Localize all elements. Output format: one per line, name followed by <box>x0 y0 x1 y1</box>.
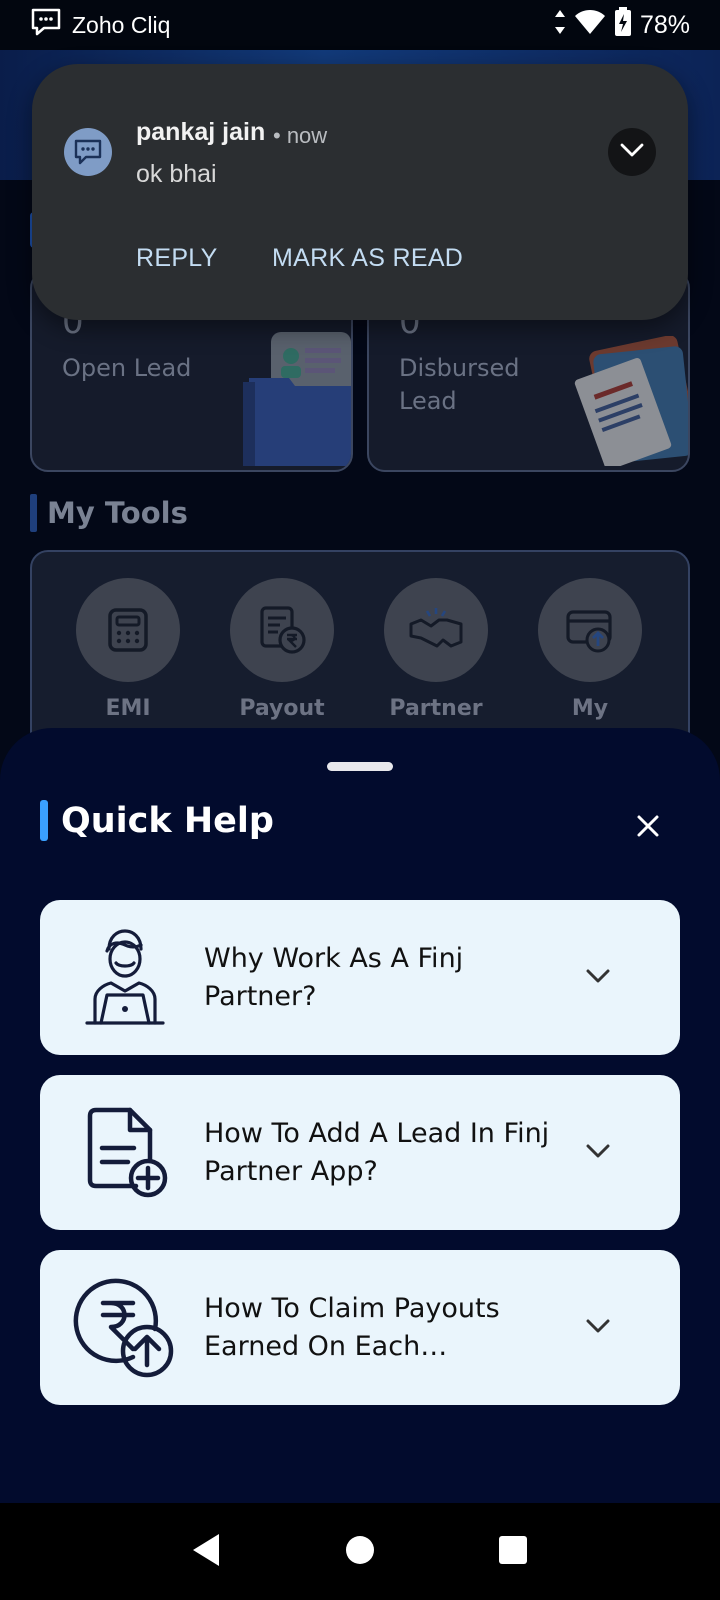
help-item-why-work-text: Why Work As A Finj Partner? <box>204 942 464 1012</box>
back-button[interactable] <box>177 1522 237 1582</box>
chat-notification[interactable]: pankaj jain • now ok bhai REPLY MARK AS … <box>32 64 688 320</box>
quick-help-title: Quick Help <box>61 800 274 841</box>
status-bar: Zoho Cliq 78% <box>0 0 720 50</box>
my-tools-title: My Tools <box>47 496 188 530</box>
tool-emi-label: EMI <box>105 696 151 721</box>
close-icon <box>636 814 660 842</box>
tool-payout-label: Payout <box>239 696 325 721</box>
sheet-drag-handle[interactable] <box>327 762 393 771</box>
notification-message: ok bhai <box>136 160 217 188</box>
disbursed-lead-label: Disbursed Lead <box>399 354 520 415</box>
help-item-add-lead[interactable]: How To Add A Lead In Finj Partner App? <box>40 1075 680 1230</box>
recents-icon <box>498 1535 528 1569</box>
quick-help-heading: Quick Help <box>40 800 274 841</box>
folder-illustration-icon <box>241 326 351 470</box>
quick-help-accent-bar <box>40 800 48 841</box>
person-laptop-icon <box>70 922 180 1032</box>
card-upload-icon <box>538 578 642 682</box>
chevron-down-icon[interactable] <box>578 1306 618 1346</box>
tool-my-label: My <box>571 696 609 721</box>
my-tools-accent-bar <box>30 494 37 532</box>
notification-expand-button[interactable] <box>608 128 656 176</box>
chevron-down-icon <box>620 142 644 162</box>
close-button[interactable] <box>626 806 670 850</box>
chevron-down-icon[interactable] <box>578 1131 618 1171</box>
chevron-down-icon[interactable] <box>578 956 618 996</box>
status-indicators: 78% <box>554 6 690 44</box>
my-tools-panel: EMI Payout Partner My <box>30 550 690 750</box>
calculator-icon <box>76 578 180 682</box>
wifi-icon <box>574 9 606 42</box>
home-icon <box>345 1535 375 1569</box>
status-app-name: Zoho Cliq <box>72 11 171 38</box>
battery-percent: 78% <box>639 10 690 39</box>
home-button[interactable] <box>330 1522 390 1582</box>
rupee-upload-icon <box>70 1272 180 1382</box>
status-app: Zoho Cliq <box>30 7 170 43</box>
my-tools-heading: My Tools <box>30 494 188 532</box>
mark-as-read-button[interactable]: MARK AS READ <box>272 244 463 273</box>
back-icon <box>191 1532 223 1572</box>
tool-emi[interactable]: EMI <box>76 578 180 721</box>
help-item-add-lead-text: How To Add A Lead In Finj Partner App? <box>204 1117 550 1187</box>
help-item-why-work[interactable]: Why Work As A Finj Partner? <box>40 900 680 1055</box>
data-arrows-icon <box>554 9 566 42</box>
rupee-document-icon <box>230 578 334 682</box>
open-lead-label: Open Lead <box>62 354 192 382</box>
recents-button[interactable] <box>483 1522 543 1582</box>
help-item-claim-payouts-text: How To Claim Payouts Earned On Each Disb… <box>204 1292 500 1362</box>
tool-payout[interactable]: Payout <box>230 578 334 721</box>
notification-time: • now <box>273 123 328 148</box>
help-item-claim-payouts[interactable]: How To Claim Payouts Earned On Each Disb… <box>40 1250 680 1405</box>
chat-avatar-icon <box>64 128 112 176</box>
tool-partner-label: Partner <box>389 696 483 721</box>
battery-charging-icon <box>614 6 632 44</box>
handshake-icon <box>384 578 488 682</box>
quick-help-sheet: Quick Help Why Work As A Finj Partner? H… <box>0 728 720 1503</box>
notification-sender: pankaj jain <box>136 118 266 146</box>
reply-button[interactable]: REPLY <box>136 244 218 273</box>
tool-my[interactable]: My <box>538 578 642 721</box>
document-add-icon <box>70 1097 180 1207</box>
tool-partner[interactable]: Partner <box>384 578 488 721</box>
chat-notification-icon <box>30 7 62 43</box>
system-nav-bar <box>0 1503 720 1600</box>
documents-illustration-icon <box>558 335 688 470</box>
